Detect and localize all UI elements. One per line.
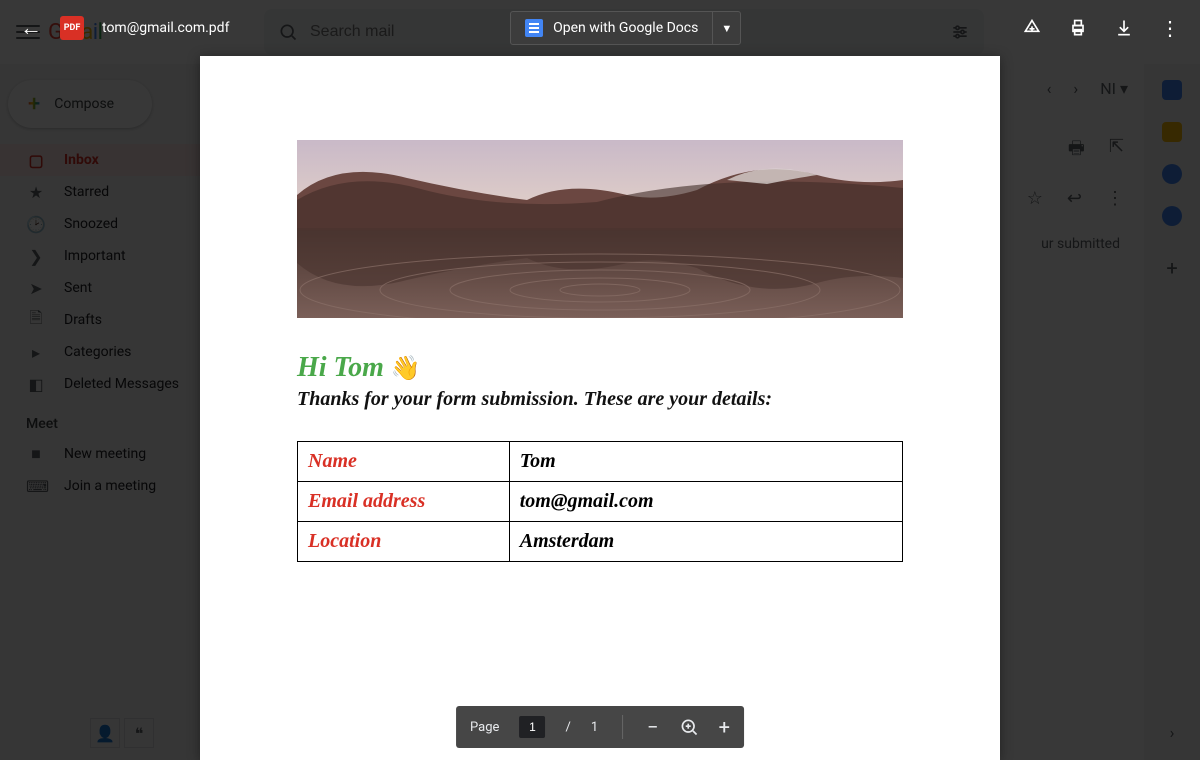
page-label: Page <box>470 720 499 735</box>
back-arrow-icon[interactable]: ← <box>20 15 42 41</box>
details-table: NameTom Email addresstom@gmail.com Locat… <box>297 441 903 562</box>
greeting-text: Hi Tom <box>297 352 391 383</box>
open-with-button[interactable]: Open with Google Docs ▼ <box>510 11 741 45</box>
hero-image <box>297 140 903 318</box>
page-current-input[interactable] <box>519 716 545 738</box>
table-row: LocationAmsterdam <box>298 522 903 562</box>
pdf-badge-icon: PDF <box>60 16 84 40</box>
page-total: 1 <box>591 720 598 735</box>
zoom-out-button[interactable]: − <box>647 715 658 739</box>
zoom-reset-icon[interactable] <box>679 717 699 737</box>
field-value: Tom <box>509 442 902 482</box>
table-row: NameTom <box>298 442 903 482</box>
field-value: Amsterdam <box>509 522 902 562</box>
google-docs-icon <box>525 19 543 37</box>
page-controls: Page / 1 − + <box>456 706 744 748</box>
more-actions-icon[interactable]: ⋮ <box>1160 16 1180 40</box>
field-label: Name <box>298 442 510 482</box>
viewer-topbar: ← PDF tom@gmail.com.pdf Open with Google… <box>0 0 1200 56</box>
thanks-text: Thanks for your form submission. These a… <box>297 388 903 411</box>
field-label: Email address <box>298 482 510 522</box>
pdf-page: Hi Tom 👋 Thanks for your form submission… <box>200 56 1000 760</box>
print-icon[interactable] <box>1068 18 1088 38</box>
field-label: Location <box>298 522 510 562</box>
table-row: Email addresstom@gmail.com <box>298 482 903 522</box>
open-with-label: Open with Google Docs <box>553 20 698 36</box>
wave-emoji: 👋 <box>391 356 421 382</box>
add-to-drive-icon[interactable] <box>1022 18 1042 38</box>
download-icon[interactable] <box>1114 18 1134 38</box>
greeting: Hi Tom 👋 <box>297 352 903 384</box>
open-with-caret[interactable]: ▼ <box>712 12 740 44</box>
viewer-filename: tom@gmail.com.pdf <box>102 20 229 36</box>
zoom-in-button[interactable]: + <box>719 715 730 739</box>
field-value: tom@gmail.com <box>509 482 902 522</box>
document-body: Hi Tom 👋 Thanks for your form submission… <box>297 318 903 562</box>
page-separator: / <box>565 720 570 735</box>
